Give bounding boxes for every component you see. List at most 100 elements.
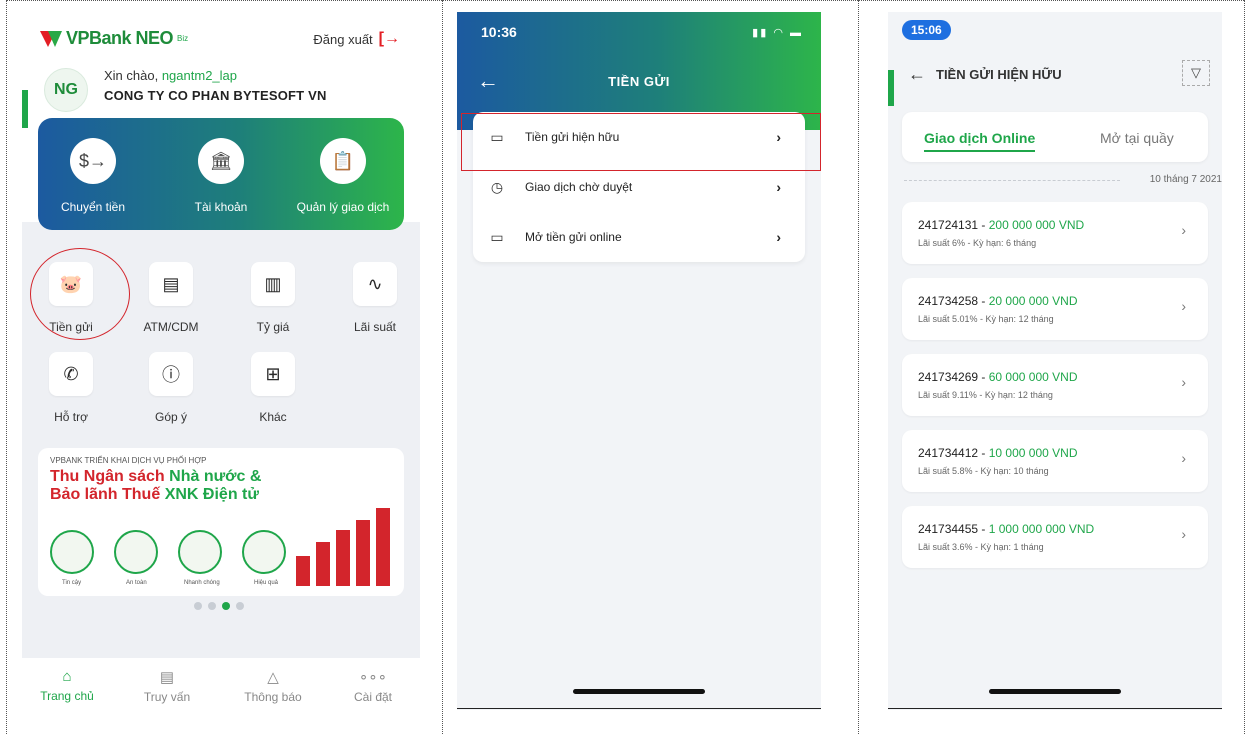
banner-caption: Nhanh chóng (184, 580, 220, 586)
deposit-detail: Lãi suất 5.01% - Kỳ hạn: 12 tháng (918, 314, 1054, 324)
deposit-amount: 10 000 000 VND (988, 446, 1078, 460)
bottom-line (457, 708, 821, 709)
vpbank-logo: VPBank NEO Biz (40, 28, 188, 49)
status-time: 15:06 (902, 20, 951, 40)
username: ngantm2_lap (161, 68, 237, 83)
grid-label: Khác (259, 410, 287, 424)
grid-label: Lãi suất (353, 320, 397, 334)
grid-label: Hỗ trợ (54, 410, 88, 424)
tab-label: Truy vấn (143, 690, 191, 704)
grid-item-interest[interactable]: ∿ Lãi suất (330, 262, 420, 334)
atm-icon: ▤ (149, 262, 193, 306)
tab-notifications[interactable]: △ Thông báo (228, 668, 318, 704)
carousel-dot[interactable] (236, 602, 244, 610)
deposit-amount: 1 000 000 000 VND (988, 522, 1095, 536)
grid-label: ATM/CDM (143, 320, 199, 334)
segment-counter[interactable]: Mở tại quầy (1100, 130, 1174, 146)
chevron-right-icon: › (1181, 222, 1186, 238)
info-icon: ⓘ (149, 352, 193, 396)
deposit-item[interactable]: 241734258 - 20 000 000 VND Lãi suất 5.01… (902, 278, 1208, 340)
banner-line2-red: Bảo lãnh Thuế (50, 486, 161, 503)
vpbank-logo-icon (40, 29, 62, 49)
tab-query[interactable]: ▤ Truy vấn (122, 668, 212, 704)
page-header: ← TIỀN GỬI HIỆN HỮU (908, 64, 1062, 85)
deposit-item[interactable]: 241734269 - 60 000 000 VND Lãi suất 9.11… (902, 354, 1208, 416)
filter-icon[interactable]: ▽ (1182, 60, 1210, 86)
deposit-detail: Lãi suất 3.6% - Kỳ hạn: 1 tháng (918, 542, 1044, 552)
grid-item-support[interactable]: ✆ Hỗ trợ (26, 352, 116, 424)
deposit-amount: 20 000 000 VND (988, 294, 1078, 308)
back-arrow-icon[interactable]: ← (908, 64, 926, 85)
menu-item-label: Giao dịch chờ duyệt (525, 180, 633, 194)
company-name: CONG TY CO PHAN BYTESOFT VN (104, 88, 327, 103)
tab-label: Cài đặt (353, 690, 393, 704)
grid-item-feedback[interactable]: ⓘ Góp ý (126, 352, 216, 424)
quick-action-transfer[interactable]: $→ Chuyển tiền (38, 138, 148, 214)
coins-icon (242, 530, 286, 574)
quick-action-manage[interactable]: 📋 Quản lý giao dịch (288, 138, 398, 214)
deposit-detail: Lãi suất 6% - Kỳ hạn: 6 tháng (918, 238, 1037, 248)
frame-divider (858, 0, 859, 734)
exchange-rate-icon: ▥ (251, 262, 295, 306)
greeting: Xin chào, ngantm2_lap (104, 68, 237, 83)
tab-label: Trang chủ (40, 689, 94, 703)
phone-icon: ✆ (49, 352, 93, 396)
quick-action-account[interactable]: 🏛 Tài khoản (166, 138, 276, 214)
date-label: 10 tháng 7 2021 (1149, 174, 1222, 185)
banner-caption: Hiệu quả (254, 580, 279, 586)
deposit-id: 241724131 (918, 218, 979, 232)
leaf-icon (114, 530, 158, 574)
deposit-id: 241734258 (918, 294, 979, 308)
logout-button[interactable]: Đăng xuất [→ (313, 30, 400, 48)
grid-item-exchange[interactable]: ▥ Tỷ giá (228, 262, 318, 334)
grid-item-other[interactable]: ⊞ Khác (228, 352, 318, 424)
segment-online[interactable]: Giao dịch Online (924, 130, 1036, 152)
deposit-item[interactable]: 241724131 - 200 000 000 VND Lãi suất 6% … (902, 202, 1208, 264)
frame-divider (6, 0, 7, 734)
existing-deposit-screen: 15:06 ← TIỀN GỬI HIỆN HỮU ▽ Giao dịch On… (888, 12, 1222, 710)
quick-action-label: Chuyển tiền (60, 200, 126, 214)
deposit-item[interactable]: 241734455 - 1 000 000 000 VND Lãi suất 3… (902, 506, 1208, 568)
quick-action-label: Quản lý giao dịch (296, 200, 390, 214)
deposit-item[interactable]: 241734412 - 10 000 000 VND Lãi suất 5.8%… (902, 430, 1208, 492)
logo-superscript: Biz (177, 34, 189, 43)
tab-label: Thông báo (244, 690, 302, 704)
carousel-dots[interactable] (194, 602, 244, 610)
menu-item-open-online-deposit[interactable]: ▭ Mở tiền gửi online › (473, 212, 805, 262)
promo-banner[interactable]: VPBANK TRIỂN KHAI DỊCH VỤ PHỐI HỢP Thu N… (38, 448, 404, 596)
clock-icon: ◷ (490, 178, 504, 195)
deposit-id: 241734269 (918, 370, 979, 384)
chevron-right-icon: › (1181, 298, 1186, 314)
carousel-dot[interactable] (208, 602, 216, 610)
deposit-id: 241734455 (918, 522, 979, 536)
grid-item-atm[interactable]: ▤ ATM/CDM (126, 262, 216, 334)
chevron-right-icon: › (1181, 450, 1186, 466)
status-icons: ▮▮ ◠ ▬ (752, 27, 803, 39)
tab-settings[interactable]: ∘∘∘ Cài đặt (328, 668, 418, 704)
carousel-dot-active[interactable] (222, 602, 230, 610)
page-title: TIỀN GỬI HIỆN HỮU (936, 67, 1062, 82)
accent-stripe (22, 90, 28, 128)
greeting-prefix: Xin chào, (104, 68, 159, 83)
deposit-menu-screen: 10:36 ▮▮ ◠ ▬ ← TIỀN GỬI ▭ Tiền gửi hiện … (457, 12, 821, 710)
segment-control: Giao dịch Online Mở tại quầy (902, 112, 1208, 162)
avatar[interactable]: NG (44, 68, 88, 112)
deposit-id: 241734412 (918, 446, 979, 460)
tab-home[interactable]: ⌂ Trang chủ (22, 668, 112, 703)
carousel-dot[interactable] (194, 602, 202, 610)
logout-label: Đăng xuất (313, 31, 373, 47)
quick-actions-card: $→ Chuyển tiền 🏛 Tài khoản 📋 Quản lý gia… (38, 118, 404, 230)
frame-divider (1244, 0, 1245, 734)
status-time: 10:36 (481, 24, 517, 40)
logout-icon: [→ (378, 30, 400, 47)
chevron-right-icon: › (776, 229, 781, 245)
highlight-box (461, 113, 821, 171)
deposit-amount: 200 000 000 VND (988, 218, 1085, 232)
deposit-detail: Lãi suất 9.11% - Kỳ hạn: 12 tháng (918, 390, 1053, 400)
quick-action-label: Tài khoản (194, 200, 248, 214)
page-title: TIỀN GỬI (608, 74, 670, 89)
open-deposit-icon: ▭ (490, 228, 504, 245)
banner-tag: VPBANK TRIỂN KHAI DỊCH VỤ PHỐI HỢP (50, 456, 207, 465)
deposit-amount: 60 000 000 VND (988, 370, 1078, 384)
chevron-right-icon: › (776, 179, 781, 195)
